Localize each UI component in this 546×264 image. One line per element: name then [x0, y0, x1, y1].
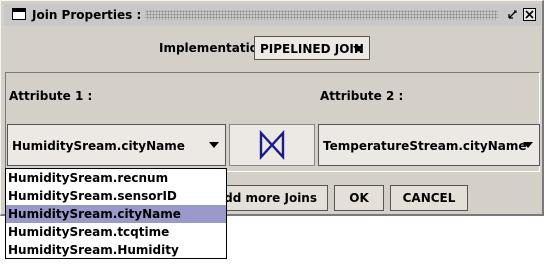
window-icon	[12, 8, 26, 20]
dropdown-option[interactable]: HumiditySream.sensorID	[6, 187, 226, 205]
minimize-icon[interactable]	[506, 8, 519, 21]
dropdown-option[interactable]: HumiditySream.recnum	[6, 169, 226, 187]
add-more-joins-button[interactable]: Add more Joins	[212, 185, 328, 211]
cancel-button[interactable]: CANCEL	[390, 185, 468, 211]
chevron-down-icon	[523, 142, 533, 148]
close-icon[interactable]	[523, 8, 536, 21]
title-bar[interactable]: Join Properties :	[4, 4, 541, 26]
implementation-select[interactable]: PIPELINED JOIN	[254, 36, 370, 60]
attribute-1-dropdown-list: HumiditySream.recnum HumiditySream.senso…	[5, 168, 227, 259]
join-operator[interactable]	[229, 124, 315, 166]
attribute-1-select[interactable]: HumiditySream.cityName	[7, 124, 226, 166]
title-bar-grip	[140, 10, 498, 20]
attribute-2-select[interactable]: TemperatureStream.cityName	[318, 124, 540, 166]
chevron-down-icon	[353, 46, 363, 52]
ok-button[interactable]: OK	[334, 185, 384, 211]
attribute-1-value: HumiditySream.cityName	[12, 139, 185, 153]
dropdown-option-selected[interactable]: HumiditySream.cityName	[6, 205, 226, 223]
attribute-1-label: Attribute 1 :	[9, 89, 93, 103]
implementation-value: PIPELINED JOIN	[260, 42, 364, 56]
dropdown-option[interactable]: HumiditySream.tcqtime	[6, 223, 226, 241]
chevron-down-icon	[209, 142, 219, 148]
window-title: Join Properties :	[32, 8, 146, 22]
attribute-2-label: Attribute 2 :	[320, 89, 404, 103]
dropdown-option[interactable]: HumiditySream.Humidity	[6, 241, 226, 259]
bowtie-join-icon	[259, 130, 285, 160]
attribute-2-value: TemperatureStream.cityName	[323, 139, 527, 153]
